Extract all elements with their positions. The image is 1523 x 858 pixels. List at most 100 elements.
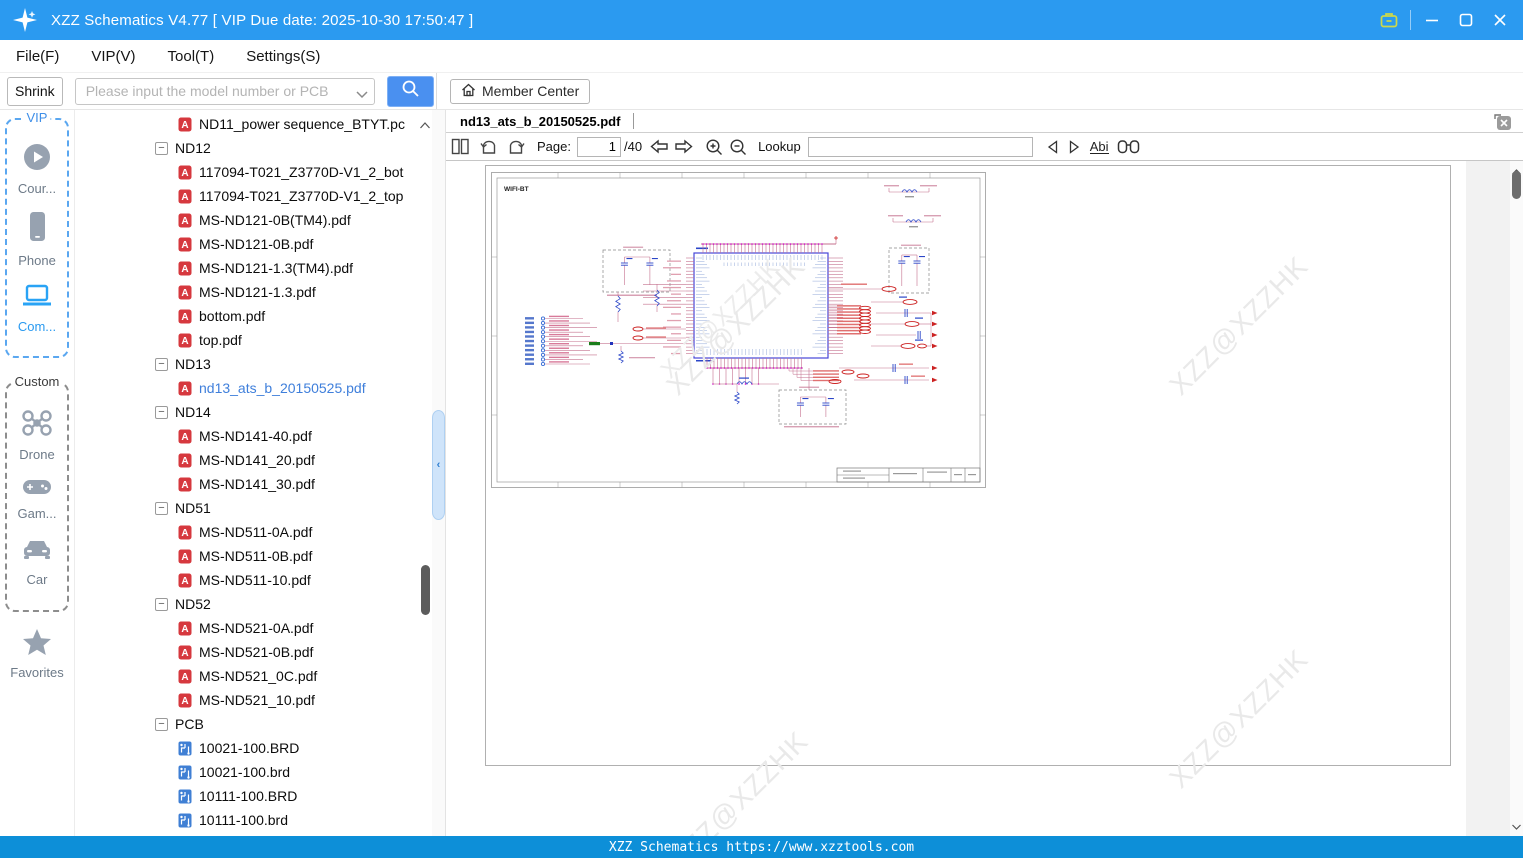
maximize-button[interactable]	[1449, 0, 1483, 40]
sidebar-item-com[interactable]: Com...	[18, 282, 56, 334]
tree-group-row[interactable]: − ND14	[75, 400, 418, 424]
sidebar-item-label: Cour...	[17, 181, 57, 196]
minimize-button[interactable]	[1415, 0, 1449, 40]
binoculars-search-icon[interactable]	[1117, 139, 1140, 154]
sidebar-item-drone[interactable]: Drone	[19, 408, 55, 462]
pdf-file-icon: A	[178, 309, 192, 324]
scroll-down-icon[interactable]	[1512, 817, 1521, 835]
tree-group-row[interactable]: − ND12	[75, 136, 418, 160]
rotate-right-icon[interactable]	[507, 138, 525, 155]
tree-group-row[interactable]: − ND51	[75, 496, 418, 520]
search-button[interactable]	[386, 75, 434, 107]
svg-text:A: A	[181, 648, 188, 659]
tree-item-label: top.pdf	[199, 332, 242, 348]
model-search-input[interactable]	[74, 77, 375, 105]
vertical-scrollbar[interactable]	[1510, 161, 1523, 836]
tree-file-row[interactable]: And13_ats_b_20150525.pdf	[75, 376, 418, 400]
tree-file-row[interactable]: 10021-100.brd	[75, 760, 418, 784]
tree-item-label: PCB	[175, 716, 204, 732]
tree-file-row[interactable]: A MS-ND141_30.pdf	[75, 472, 418, 496]
pdf-file-icon: A	[178, 549, 192, 564]
zoom-out-icon[interactable]	[729, 138, 747, 156]
sidebar-item-label: Drone	[19, 446, 55, 462]
collapse-toggle-icon[interactable]: −	[155, 597, 168, 611]
menu-item-tool[interactable]: Tool(T)	[168, 48, 215, 65]
lookup-input[interactable]	[807, 136, 1033, 157]
tree-group-row[interactable]: − ND52	[75, 592, 418, 616]
tree-file-row[interactable]: A MS-ND141-40.pdf	[75, 424, 418, 448]
sidebar-item-gam[interactable]: Gam...	[17, 477, 57, 521]
tree-file-row[interactable]: 10021-100.BRD	[75, 736, 418, 760]
sidebar-item-car[interactable]: Car	[21, 537, 53, 587]
match-case-abi-toggle[interactable]: Abi	[1089, 140, 1109, 154]
tree-file-row[interactable]: A MS-ND121-0B.pdf	[75, 232, 418, 256]
file-tree: A ND11_power sequence_BTYT.pc − ND12 A 117094…	[75, 110, 432, 836]
tree-file-row[interactable]: A MS-ND121-0B(TM4).pdf	[75, 208, 418, 232]
tree-file-row[interactable]: A 117094-T021_Z3770D-V1_2_bot	[75, 160, 418, 184]
sidebar-item-label: Favorites	[10, 665, 64, 680]
zoom-in-icon[interactable]	[705, 138, 723, 156]
tree-item-label: MS-ND521_0C.pdf	[199, 668, 318, 684]
member-center-button[interactable]: Member Center	[450, 78, 591, 104]
tree-file-row[interactable]: A MS-ND511-10.pdf	[75, 568, 418, 592]
menu-item-settings[interactable]: Settings(S)	[246, 48, 320, 65]
collapse-toggle-icon[interactable]: −	[155, 717, 168, 731]
sidebar-item-phone[interactable]: Phone	[18, 210, 56, 268]
svg-text:A: A	[181, 216, 188, 227]
tree-file-row[interactable]: 10111-100.BRD	[75, 784, 418, 808]
page-number-input[interactable]	[576, 136, 621, 157]
tree-file-row[interactable]: 10111-100.brd	[75, 808, 418, 832]
find-previous-icon[interactable]	[1045, 139, 1061, 155]
previous-page-icon[interactable]	[649, 138, 670, 155]
tree-group-row[interactable]: − ND13	[75, 352, 418, 376]
tree-item-label: MS-ND521-0B.pdf	[199, 644, 314, 660]
collapse-toggle-icon[interactable]: −	[155, 357, 168, 371]
tree-file-row[interactable]: A ND11_power sequence_BTYT.pc	[75, 112, 418, 136]
shrink-button[interactable]: Shrink	[7, 76, 63, 106]
pdf-canvas[interactable]: WIFI-BT XZZ@XZZHK XZZ@XZZHK XZZ@XZZHK XZZ@X…	[446, 161, 1523, 836]
two-page-view-icon[interactable]	[451, 138, 470, 155]
board-file-icon	[178, 765, 192, 780]
tree-file-row[interactable]: A MS-ND521-0A.pdf	[75, 616, 418, 640]
tree-scrollbar-thumb[interactable]	[421, 565, 430, 615]
status-text: XZZ Schematics https://www.xzztools.com	[608, 839, 915, 855]
tree-file-row[interactable]: A MS-ND511-0B.pdf	[75, 544, 418, 568]
svg-text:A: A	[181, 120, 188, 131]
tab-active-document[interactable]: nd13_ats_b_20150525.pdf	[446, 114, 620, 129]
tree-file-row[interactable]: Abottom.pdf	[75, 304, 418, 328]
collapse-toggle-icon[interactable]: −	[155, 141, 168, 155]
collapse-panel-handle[interactable]: ‹	[432, 410, 445, 520]
close-button[interactable]	[1483, 0, 1517, 40]
vip-briefcase-icon[interactable]	[1372, 0, 1406, 40]
tree-file-row[interactable]: A MS-ND121-1.3(TM4).pdf	[75, 256, 418, 280]
tree-file-row[interactable]: A MS-ND121-1.3.pdf	[75, 280, 418, 304]
menu-item-file[interactable]: File(F)	[16, 48, 59, 65]
tree-file-row[interactable]: A MS-ND141_20.pdf	[75, 448, 418, 472]
find-next-icon[interactable]	[1066, 139, 1082, 155]
tree-scroll-up-icon[interactable]	[420, 116, 430, 132]
sidebar-item-cour[interactable]: Cour...	[18, 142, 56, 196]
next-page-icon[interactable]	[673, 138, 694, 155]
tree-item-label: MS-ND141_20.pdf	[199, 452, 315, 468]
tab-bar: nd13_ats_b_20150525.pdf	[446, 110, 1523, 133]
tree-file-row[interactable]: A 117094-T021_Z3770D-V1_2_top	[75, 184, 418, 208]
tree-item-label: 10021-100.BRD	[199, 740, 300, 756]
chevron-down-icon[interactable]	[356, 86, 368, 104]
app-logo-sparkle-icon	[11, 6, 39, 34]
tree-file-row[interactable]: A MS-ND521-0B.pdf	[75, 640, 418, 664]
menu-item-vip[interactable]: VIP(V)	[91, 48, 135, 65]
tree-file-row[interactable]: A MS-ND521_10.pdf	[75, 688, 418, 712]
tree-group-row[interactable]: − PCB	[75, 712, 418, 736]
scrollbar-thumb[interactable]	[1512, 171, 1521, 199]
tree-file-row[interactable]: Atop.pdf	[75, 328, 418, 352]
tree-item-label: MS-ND121-1.3.pdf	[199, 284, 316, 300]
collapse-toggle-icon[interactable]: −	[155, 501, 168, 515]
tree-file-row[interactable]: A MS-ND521_0C.pdf	[75, 664, 418, 688]
close-tab-icon[interactable]	[1493, 113, 1511, 130]
tree-file-row[interactable]: A MS-ND511-0A.pdf	[75, 520, 418, 544]
page-label: Page:	[537, 139, 571, 154]
collapse-toggle-icon[interactable]: −	[155, 405, 168, 419]
sidebar-item-favorites[interactable]: Favorites	[0, 628, 74, 680]
tree-item-label: MS-ND511-0A.pdf	[199, 524, 313, 540]
rotate-left-icon[interactable]	[480, 138, 498, 155]
